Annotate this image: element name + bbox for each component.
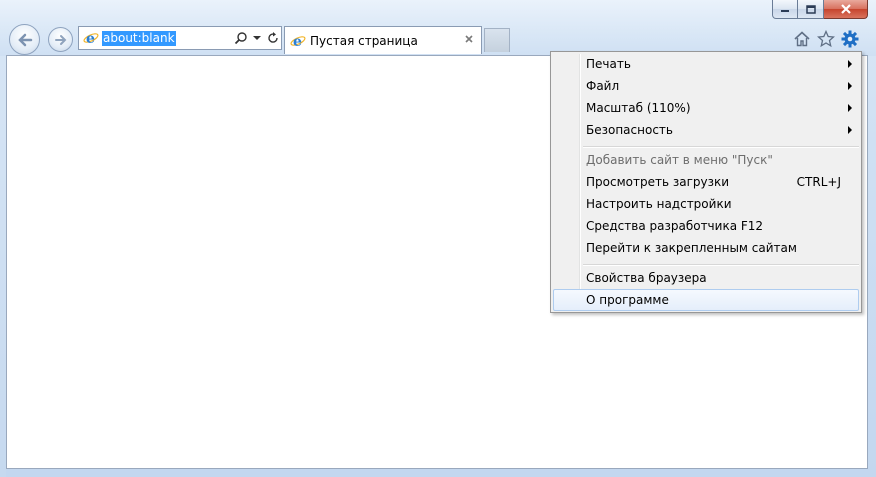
submenu-arrow-icon (848, 104, 852, 112)
tools-button[interactable] (840, 29, 860, 49)
new-tab-button[interactable] (484, 28, 510, 52)
menu-item-about[interactable]: О программе (553, 289, 859, 311)
search-button[interactable] (233, 28, 249, 48)
back-button[interactable] (9, 24, 40, 55)
close-tab-icon[interactable] (463, 33, 475, 45)
menu-item-label: Средства разработчика F12 (586, 219, 764, 233)
gear-icon (841, 30, 859, 48)
menu-item-label: О программе (586, 293, 669, 307)
refresh-icon (268, 32, 278, 43)
refresh-button[interactable] (265, 28, 281, 48)
menu-item-manage-addons[interactable]: Настроить надстройки (553, 193, 859, 215)
submenu-arrow-icon (848, 60, 852, 68)
menu-item-label: Безопасность (586, 123, 673, 137)
address-dropdown-button[interactable] (249, 28, 265, 48)
home-icon (794, 31, 810, 47)
back-arrow-icon (17, 33, 32, 46)
submenu-arrow-icon (848, 126, 852, 134)
address-bar[interactable]: e about:blank (78, 26, 282, 50)
forward-button[interactable] (48, 27, 73, 52)
menu-item-label: Перейти к закрепленным сайтам (586, 241, 797, 255)
search-icon (234, 32, 247, 45)
minimize-icon (781, 10, 789, 12)
menu-item-print[interactable]: Печать (553, 53, 859, 75)
close-button[interactable] (824, 0, 868, 19)
tab-title: Пустая страница (310, 33, 418, 48)
menu-item-label: Файл (586, 79, 620, 93)
menu-separator (583, 264, 859, 266)
menu-item-label: Печать (586, 57, 631, 71)
svg-text:e: e (293, 34, 302, 49)
address-input[interactable]: about:blank (102, 30, 176, 46)
menu-item-file[interactable]: Файл (553, 75, 859, 97)
home-button[interactable] (792, 29, 812, 49)
svg-text:e: e (86, 31, 95, 46)
menu-item-label: Настроить надстройки (586, 197, 732, 211)
ie-logo-icon: e (290, 34, 306, 49)
submenu-arrow-icon (848, 82, 852, 90)
menu-item-add-to-start: Добавить сайт в меню "Пуск" (553, 149, 859, 171)
maximize-icon (805, 4, 816, 14)
menu-item-shortcut: CTRL+J (796, 175, 841, 189)
star-icon (817, 30, 835, 48)
menu-item-label: Свойства браузера (586, 271, 707, 285)
forward-arrow-icon (54, 34, 66, 45)
close-icon (840, 4, 851, 14)
menu-separator (583, 146, 859, 148)
minimize-button[interactable] (772, 0, 798, 19)
menu-item-label: Добавить сайт в меню "Пуск" (586, 153, 773, 167)
menu-item-developer-tools[interactable]: Средства разработчика F12 (553, 215, 859, 237)
window-controls (772, 0, 868, 20)
menu-item-label: Масштаб (110%) (586, 101, 691, 115)
ie-logo-icon: e (83, 31, 99, 46)
chevron-down-icon (253, 36, 261, 40)
menu-item-zoom[interactable]: Масштаб (110%) (553, 97, 859, 119)
maximize-button[interactable] (798, 0, 824, 19)
tools-menu: Печать Файл Масштаб (110%) Безопасность … (550, 51, 862, 313)
menu-item-pinned-sites[interactable]: Перейти к закрепленным сайтам (553, 237, 859, 259)
menu-item-view-downloads[interactable]: Просмотреть загрузки CTRL+J (553, 171, 859, 193)
menu-item-safety[interactable]: Безопасность (553, 119, 859, 141)
tab-blank-page[interactable]: e Пустая страница (284, 26, 482, 54)
menu-item-label: Просмотреть загрузки (586, 175, 730, 189)
menu-item-internet-options[interactable]: Свойства браузера (553, 267, 859, 289)
favorites-button[interactable] (816, 29, 836, 49)
